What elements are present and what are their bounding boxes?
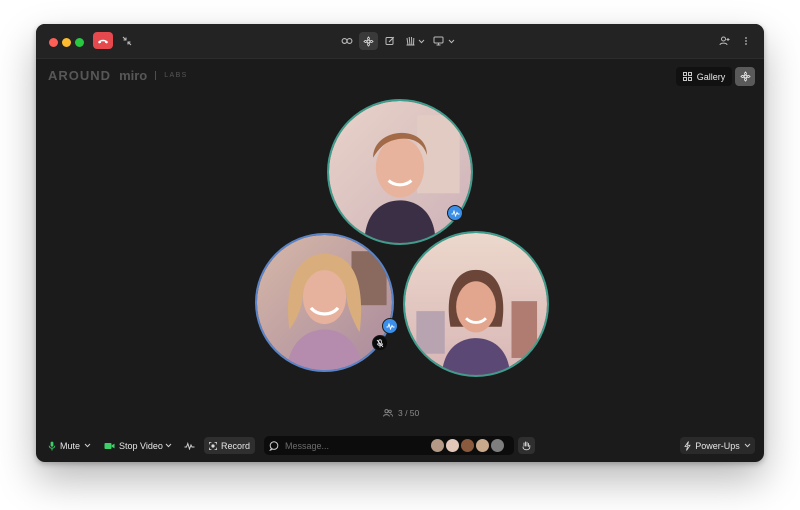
participant-count-text: 3 / 50: [398, 408, 420, 418]
minimize-window-button[interactable]: [62, 38, 71, 47]
participant-3-video-frame: [405, 233, 547, 375]
reactions-dropdown[interactable]: [416, 33, 426, 49]
video-camera-icon: [104, 442, 115, 449]
more-options-button[interactable]: [738, 33, 754, 49]
speaking-indicator-1: [447, 205, 463, 221]
video-dropdown[interactable]: [165, 437, 175, 454]
lightning-icon: [684, 440, 691, 451]
title-bar: [36, 24, 764, 59]
mic-muted-icon: [376, 338, 384, 347]
participant-video-3[interactable]: [403, 231, 549, 377]
around-wordmark: AROUND: [48, 67, 112, 83]
avatar[interactable]: [461, 439, 474, 452]
link-icon: [341, 38, 353, 44]
screen-share-button[interactable]: [430, 33, 446, 49]
app-window: AROUND miro LABS Gallery 3 / 50 Mute Sto…: [36, 24, 764, 462]
logo-divider: [155, 70, 157, 80]
zoom-window-button[interactable]: [75, 38, 84, 47]
clap-icon: [406, 36, 414, 46]
waveform-icon: [386, 322, 394, 330]
mute-label: Mute: [60, 440, 81, 451]
participant-1-video-frame: [329, 101, 471, 243]
effects-button[interactable]: [359, 32, 378, 50]
raise-hand-button[interactable]: [518, 437, 535, 454]
more-vertical-icon: [745, 37, 747, 45]
notes-button[interactable]: [382, 33, 398, 49]
avatar[interactable]: [431, 439, 444, 452]
participant-video-1[interactable]: [327, 99, 473, 245]
message-input[interactable]: [283, 439, 427, 452]
brand-logo: AROUND miro LABS: [48, 67, 188, 83]
screen-share-icon: [433, 36, 443, 46]
participant-avatars: [431, 439, 504, 452]
stop-video-label: Stop Video: [119, 440, 163, 451]
power-ups-label: Power-Ups: [695, 440, 740, 451]
edit-icon: [385, 36, 395, 45]
screen-share-dropdown[interactable]: [446, 33, 456, 49]
stop-video-button[interactable]: Stop Video: [104, 437, 163, 454]
message-bar: [264, 436, 514, 455]
chevron-down-icon: [165, 443, 172, 448]
record-label: Record: [220, 440, 250, 451]
chevron-down-icon: [744, 443, 751, 448]
participant-video-2[interactable]: [255, 233, 394, 372]
grid-icon: [682, 72, 692, 81]
visual-effects-button[interactable]: [735, 67, 755, 86]
waveform-icon: [184, 441, 195, 450]
close-window-button[interactable]: [49, 38, 58, 47]
participant-count: 3 / 50: [383, 407, 423, 419]
speaking-indicator-2: [382, 318, 398, 334]
record-button[interactable]: Record: [204, 437, 255, 454]
chevron-down-icon: [418, 39, 424, 43]
chevron-down-icon: [448, 39, 454, 43]
collapse-icon: [122, 36, 132, 46]
muted-indicator-2: [372, 335, 388, 351]
leave-call-button[interactable]: [93, 32, 113, 49]
waveform-icon: [451, 209, 459, 217]
miro-wordmark: miro: [119, 67, 148, 83]
collapse-button[interactable]: [119, 33, 135, 49]
hangup-icon: [98, 39, 108, 43]
avatar[interactable]: [446, 439, 459, 452]
add-person-icon: [719, 36, 729, 46]
gallery-view-button[interactable]: Gallery: [676, 67, 732, 86]
labs-wordmark: LABS: [164, 71, 188, 79]
mute-dropdown[interactable]: [84, 437, 94, 454]
participant-2-video-frame: [257, 235, 392, 370]
microphone-icon: [48, 441, 56, 450]
mute-button[interactable]: Mute: [48, 437, 80, 454]
chat-bubble-icon: [269, 440, 279, 451]
invite-button[interactable]: [716, 33, 732, 49]
avatar[interactable]: [491, 439, 504, 452]
power-ups-button[interactable]: Power-Ups: [680, 437, 755, 454]
chevron-down-icon: [84, 443, 91, 448]
people-icon: [383, 409, 393, 417]
bottom-toolbar: Mute Stop Video Record Message... Power-…: [36, 433, 764, 459]
avatar[interactable]: [476, 439, 489, 452]
settings-flower-icon: [363, 35, 374, 47]
settings-flower-icon: [739, 71, 751, 82]
gallery-label: Gallery: [696, 71, 726, 82]
hand-icon: [522, 441, 531, 450]
record-icon: [209, 441, 217, 450]
link-button[interactable]: [339, 33, 355, 49]
audio-levels-button[interactable]: [184, 437, 198, 454]
